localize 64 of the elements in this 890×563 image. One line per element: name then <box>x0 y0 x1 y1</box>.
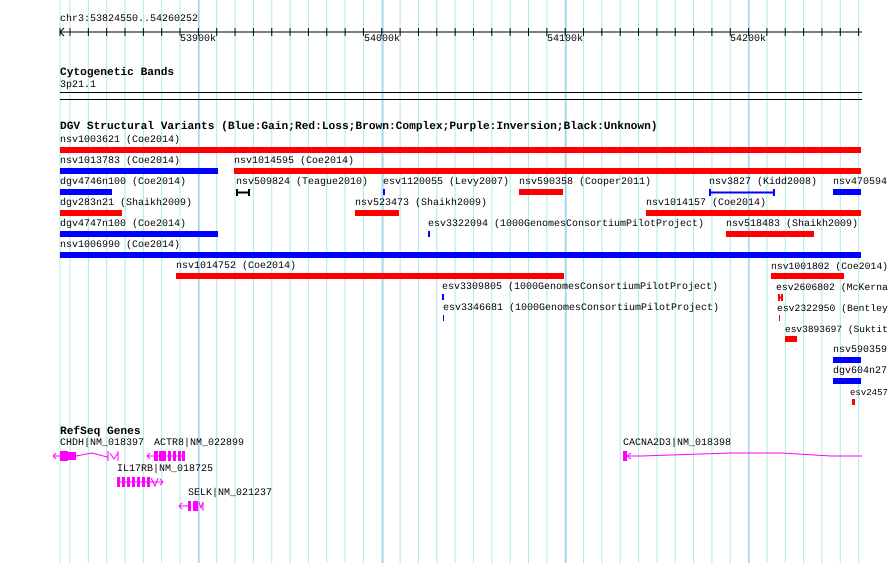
variant-label: nsv1014752 (Coe2014) <box>176 261 296 272</box>
gene-model-drawing[interactable] <box>178 500 206 512</box>
variant-bar[interactable] <box>176 273 564 279</box>
variant-bar[interactable] <box>646 210 861 216</box>
variant-bar[interactable] <box>60 231 218 237</box>
variant-label: dgv283n21 (Shaikh2009) <box>60 198 192 209</box>
variant-bar[interactable] <box>355 210 399 216</box>
variant-label: nsv523473 (Shaikh2009) <box>355 198 488 209</box>
gene-label: SELK|NM_021237 <box>188 488 272 499</box>
variant-label: esv1120055 (Levy2007) <box>383 177 510 188</box>
gene-label: CACNA2D3|NM_018398 <box>623 438 732 449</box>
variant-label: nsv3827 (Kidd2008) <box>709 177 818 188</box>
variant-bar[interactable] <box>726 231 814 237</box>
track-title: Cytogenetic Bands <box>60 67 174 80</box>
variant-label: dgv4746n100 (Coe2014) <box>60 177 186 188</box>
band-label: 3p21.1 <box>60 80 96 91</box>
gene-model-drawing[interactable] <box>146 450 186 462</box>
variant-bar[interactable] <box>852 399 855 405</box>
ruler-tick-label: 54000k <box>364 34 400 45</box>
variant-label: nsv1003621 (Coe2014) <box>60 135 180 146</box>
gene-label: CHDH|NM_018397 <box>60 438 144 449</box>
variant-bar[interactable] <box>60 252 861 258</box>
variant-label: nsv1001802 (Coe2014) <box>771 261 888 272</box>
variant-label: nsv590359 <box>833 345 888 356</box>
variant-range[interactable] <box>236 189 250 196</box>
variant-label: esv3322094 (1000GenomesConsortiumPilotProject) <box>428 219 704 230</box>
variant-label: esv2606802 (McKerna <box>776 282 888 293</box>
variant-bar[interactable] <box>785 336 797 342</box>
variant-label: nsv509824 (Teague2010) <box>236 177 368 188</box>
variant-label: dgv604n27 <box>833 366 888 377</box>
variant-bar[interactable] <box>60 168 218 174</box>
gene-label: IL17RB|NM_018725 <box>117 464 214 475</box>
variant-bar[interactable] <box>771 273 844 279</box>
track-title: DGV Structural Variants (Blue:Gain;Red:Loss;Brown:Complex;Purple:Inversion;Black:Unknown) <box>60 121 658 134</box>
track-title: RefSeq Genes <box>60 426 141 438</box>
variant-bar[interactable] <box>60 147 861 153</box>
variant-bar[interactable] <box>833 357 861 363</box>
gene-model-drawing[interactable] <box>621 450 862 462</box>
ruler-tick-label: 54200k <box>730 34 766 45</box>
variant-label: dgv4747n100 (Coe2014) <box>60 219 186 230</box>
variant-label: esv3309805 (1000GenomesConsortiumPilotProject) <box>442 282 718 293</box>
chromosome-position: chr3:53824550..54260252 <box>60 14 198 25</box>
variant-label: nsv590358 (Cooper2011) <box>519 177 652 188</box>
variant-bar[interactable] <box>833 189 861 195</box>
variant-label: esv2322950 (Bentley <box>777 303 888 314</box>
variant-bar[interactable] <box>519 189 563 195</box>
variant-label: nsv1014157 (Coe2014) <box>646 198 766 209</box>
variant-bar[interactable] <box>833 378 861 384</box>
variant-label: esv3893697 (Suktit <box>785 324 888 335</box>
variant-label: nsv470594 <box>833 177 888 188</box>
variant-range[interactable] <box>709 189 775 196</box>
variant-label: esv2457 <box>850 387 888 398</box>
variant-bar[interactable] <box>60 189 112 195</box>
variant-label: esv3346681 (1000GenomesConsortiumPilotProject) <box>443 303 720 314</box>
variant-bar[interactable] <box>60 210 122 216</box>
variant-label: nsv1006990 (Coe2014) <box>60 240 180 251</box>
ruler-tick-label: 53900k <box>180 34 216 45</box>
variant-bar[interactable] <box>234 168 861 174</box>
variant-label: nsv518483 (Shaikh2009) <box>726 219 858 230</box>
gene-label: ACTR8|NM_022899 <box>154 438 244 449</box>
variant-label: nsv1014595 (Coe2014) <box>234 156 354 167</box>
gene-model-drawing[interactable] <box>115 476 165 488</box>
variant-label: nsv1013783 (Coe2014) <box>60 156 180 167</box>
ruler-tick-label: 54100k <box>547 34 584 45</box>
